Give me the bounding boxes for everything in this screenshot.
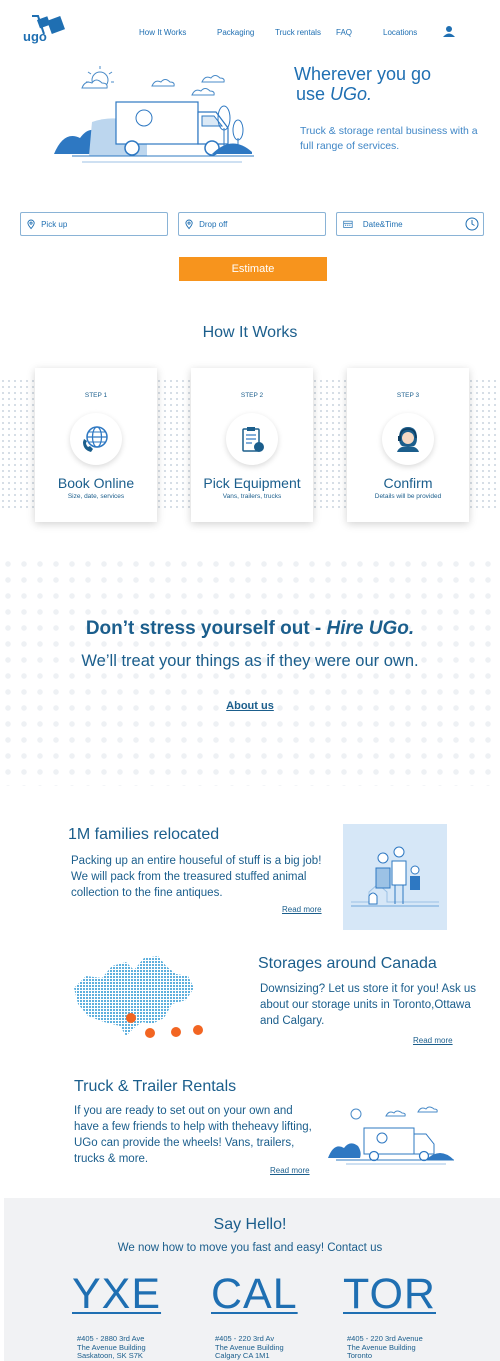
estimate-button[interactable]: Estimate bbox=[179, 257, 327, 281]
moving-truck-illustration bbox=[54, 66, 254, 163]
hero-subtitle: Truck & storage rental business with a f… bbox=[300, 125, 478, 152]
step-card-1: STEP 1 Book Online Size, date, services bbox=[35, 368, 157, 522]
about-us-link[interactable]: About us bbox=[0, 700, 500, 712]
step-title: Pick Equipment bbox=[203, 475, 301, 491]
feature-rentals-title: Truck & Trailer Rentals bbox=[74, 1078, 237, 1095]
calendar-icon bbox=[343, 220, 353, 228]
nav-truck-rentals[interactable]: Truck rentals bbox=[275, 28, 321, 37]
stress-headline: Don’t stress yourself out - Hire UGo. bbox=[0, 618, 500, 640]
clock-icon[interactable] bbox=[465, 217, 479, 231]
address-line: Calgary CA 1M1 bbox=[215, 1351, 270, 1360]
step-label: STEP 1 bbox=[84, 392, 108, 399]
contact-title: Say Hello! bbox=[213, 1216, 287, 1233]
truck-illustration bbox=[328, 1106, 454, 1165]
brand-text: ugo bbox=[23, 29, 47, 44]
read-more-rentals-link[interactable]: Read more bbox=[270, 1166, 310, 1175]
step-subtitle: Size, date, services bbox=[67, 493, 125, 500]
page: { "nav": { "brand": "ugo", "items": ["Ho… bbox=[0, 0, 500, 1361]
office-address-yxe: #405 - 2880 3rd Ave The Avenue Building … bbox=[77, 1334, 146, 1361]
step-subtitle: Vans, trailers, trucks bbox=[222, 493, 282, 500]
nav-locations[interactable]: Locations bbox=[383, 28, 417, 37]
location-pin-icon bbox=[27, 219, 35, 229]
user-icon[interactable] bbox=[443, 25, 455, 38]
datetime-input[interactable] bbox=[358, 219, 459, 229]
read-more-storages-link[interactable]: Read more bbox=[413, 1036, 453, 1045]
dropoff-input[interactable] bbox=[199, 219, 325, 229]
step-title: Book Online bbox=[57, 475, 135, 491]
feature-families-text: Packing up an entire houseful of stuff i… bbox=[71, 855, 322, 899]
feature-storages-title: Storages around Canada bbox=[258, 955, 437, 972]
family-illustration bbox=[343, 824, 447, 930]
globe-phone-icon bbox=[83, 426, 108, 452]
datetime-field[interactable] bbox=[336, 212, 484, 236]
office-code-cal[interactable]: CAL bbox=[211, 1270, 298, 1319]
location-pin-icon bbox=[185, 219, 193, 229]
step-icon-circle bbox=[226, 413, 278, 465]
step-card-3: STEP 3 Confirm Details will be provided bbox=[347, 368, 469, 522]
feature-families-title: 1M families relocated bbox=[68, 826, 220, 843]
office-code-tor[interactable]: TOR bbox=[343, 1270, 436, 1319]
pickup-field[interactable] bbox=[20, 212, 168, 236]
read-more-families-link[interactable]: Read more bbox=[282, 905, 322, 914]
icon-pattern-background bbox=[0, 556, 500, 786]
step-card-2: STEP 2 Pick Equipment Vans, trailers, tr… bbox=[191, 368, 313, 522]
stress-prefix: Don’t stress yourself out - bbox=[85, 618, 327, 639]
dropoff-field[interactable] bbox=[178, 212, 326, 236]
how-it-works-title: How It Works bbox=[202, 324, 298, 341]
hero-title-line1: Wherever you go bbox=[294, 64, 432, 84]
step-subtitle: Details will be provided bbox=[374, 493, 442, 500]
step-icon-circle bbox=[70, 413, 122, 465]
nav-faq[interactable]: FAQ bbox=[336, 28, 352, 37]
step-label: STEP 3 bbox=[396, 392, 420, 399]
support-agent-icon bbox=[397, 427, 419, 452]
pickup-input[interactable] bbox=[41, 219, 167, 229]
step-icon-circle bbox=[382, 413, 434, 465]
clipboard-icon bbox=[242, 427, 264, 452]
feature-storages-text: Downsizing? Let us store it for you! Ask… bbox=[260, 983, 477, 1027]
canada-map-illustration bbox=[74, 956, 203, 1038]
hero-title: Wherever you go use UGo. bbox=[294, 64, 494, 104]
feature-rentals-text: If you are ready to set out on your own … bbox=[74, 1105, 312, 1165]
nav-how-it-works[interactable]: How It Works bbox=[139, 28, 186, 37]
office-address-tor: #405 - 220 3rd Avenue The Avenue Buildin… bbox=[347, 1334, 423, 1361]
office-address-cal: #405 - 220 3rd Av The Avenue Building Ca… bbox=[215, 1334, 284, 1361]
step-label: STEP 2 bbox=[240, 392, 264, 399]
address-line: Toronto bbox=[347, 1351, 373, 1360]
step-title: Confirm bbox=[383, 475, 433, 491]
stress-tagline: We’ll treat your things as if they were … bbox=[81, 652, 419, 670]
hero-title-brand: UGo. bbox=[330, 84, 373, 104]
office-code-yxe[interactable]: YXE bbox=[72, 1270, 161, 1319]
ugo-logo[interactable]: ugo bbox=[22, 14, 66, 44]
address-line: Saskatoon, SK S7K bbox=[77, 1351, 143, 1360]
nav-packaging[interactable]: Packaging bbox=[217, 28, 254, 37]
stress-brand: Hire UGo. bbox=[326, 618, 415, 639]
contact-subtitle: We now how to move you fast and easy! Co… bbox=[117, 1242, 383, 1254]
hero-title-line2: use UGo. bbox=[294, 84, 494, 104]
hero-title-prefix: use bbox=[296, 84, 331, 104]
